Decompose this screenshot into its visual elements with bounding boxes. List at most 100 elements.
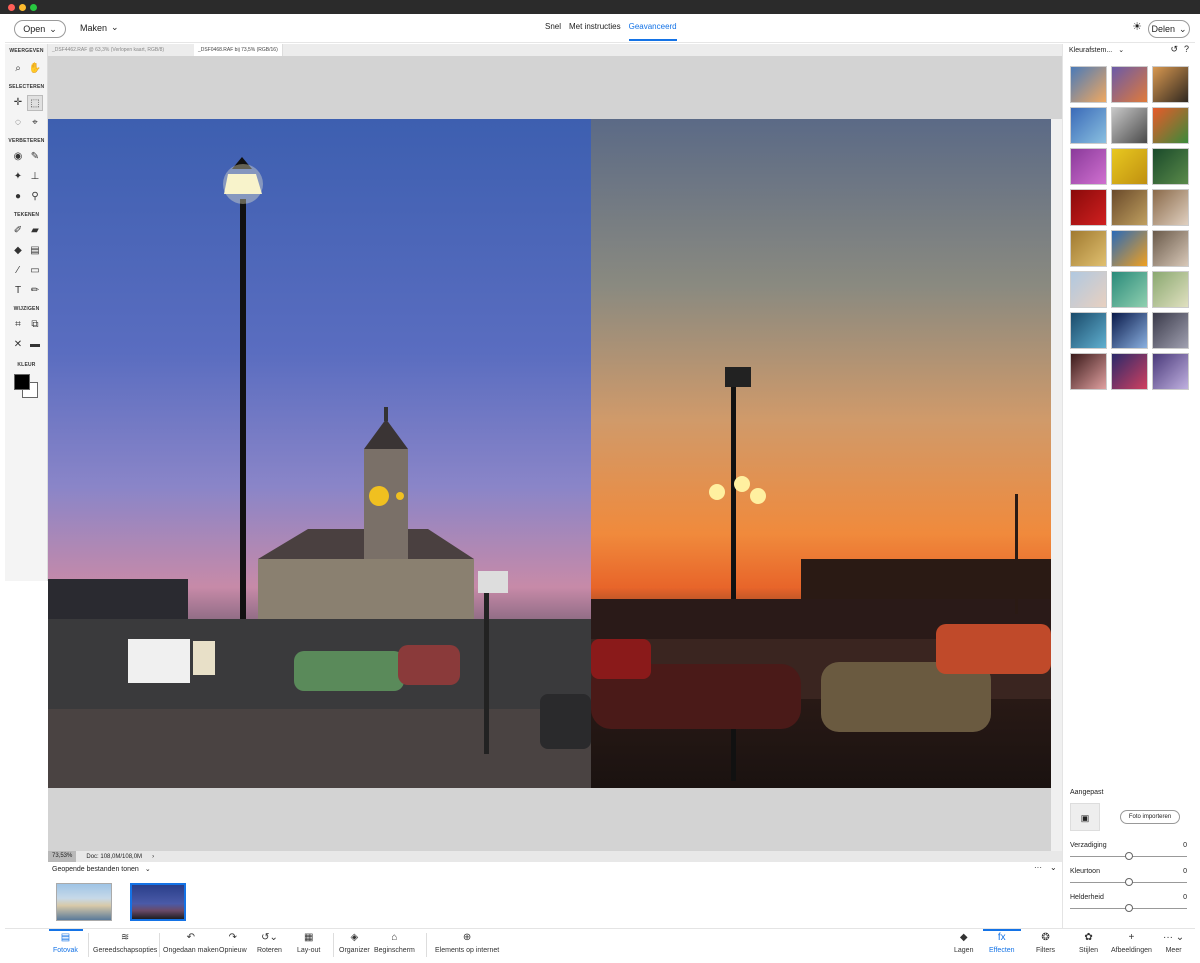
- effect-thumbnail[interactable]: [1111, 312, 1148, 349]
- tool-options-label: Gereedschapsopties: [93, 947, 158, 954]
- organizer-button[interactable]: ◈ Organizer: [339, 932, 370, 954]
- type-tool-icon[interactable]: T: [10, 283, 26, 299]
- rotate-button[interactable]: ↺⌄ Roteren: [257, 932, 282, 954]
- graphics-button[interactable]: + Afbeeldingen: [1111, 932, 1152, 954]
- help-icon[interactable]: ?: [1184, 44, 1189, 55]
- recompose-tool-icon[interactable]: ⧉: [27, 317, 43, 333]
- zoom-tool-icon[interactable]: ⌕: [10, 61, 26, 77]
- open-button[interactable]: Open ⌄: [14, 20, 66, 38]
- document-tab-active[interactable]: _DSF0468.RAF bij 73,5% (RGB/16): [194, 44, 283, 56]
- layout-button[interactable]: ▦ Lay-out: [297, 932, 320, 954]
- layout-icon: ▦: [303, 932, 314, 943]
- home-button[interactable]: ⌂ Beginscherm: [374, 932, 415, 954]
- effect-thumbnail[interactable]: [1070, 66, 1107, 103]
- crop-tool-icon[interactable]: ⌗: [10, 317, 26, 333]
- mode-guided[interactable]: Met instructies: [569, 22, 621, 41]
- effect-thumbnail[interactable]: [1070, 230, 1107, 267]
- layers-button[interactable]: ◆ Lagen: [954, 932, 973, 954]
- effect-thumbnail[interactable]: [1111, 271, 1148, 308]
- clone-stamp-icon[interactable]: ⊥: [27, 169, 43, 185]
- blur-tool-icon[interactable]: ●: [10, 189, 26, 205]
- gradient-tool-icon[interactable]: ▤: [27, 243, 43, 259]
- effect-thumbnail[interactable]: [1070, 148, 1107, 185]
- brightness-icon[interactable]: ☀: [1131, 21, 1143, 33]
- move-tool-icon[interactable]: ✛: [10, 95, 26, 111]
- effect-thumbnail[interactable]: [1070, 189, 1107, 226]
- smart-brush-icon[interactable]: ✦: [10, 169, 26, 185]
- mode-quick[interactable]: Snel: [545, 22, 561, 41]
- chevron-down-icon[interactable]: ⌄: [145, 865, 151, 873]
- document-tab[interactable]: _DSF4462.RAF @ 63,3% (Verlopen kaart, RG…: [48, 44, 168, 56]
- maken-button[interactable]: Maken ⌄: [80, 22, 119, 33]
- chevron-down-icon: ⌄: [111, 22, 119, 32]
- tool-options-button[interactable]: ≋ Gereedschapsopties: [93, 932, 157, 954]
- chevron-right-icon[interactable]: ›: [152, 854, 154, 860]
- close-window-button[interactable]: [8, 4, 15, 11]
- effect-thumbnail[interactable]: [1070, 312, 1107, 349]
- effect-thumbnail[interactable]: [1070, 271, 1107, 308]
- effect-thumbnail[interactable]: [1111, 189, 1148, 226]
- effect-thumbnail[interactable]: [1152, 230, 1189, 267]
- zoom-level[interactable]: 73,53%: [48, 851, 77, 862]
- slider-knob[interactable]: [1124, 904, 1133, 912]
- panel-title[interactable]: Kleurafstem...: [1069, 47, 1112, 54]
- eraser-tool-icon[interactable]: ▰: [27, 223, 43, 239]
- import-photo-button[interactable]: Foto importeren: [1120, 810, 1180, 824]
- effect-thumbnail[interactable]: [1152, 353, 1189, 390]
- more-icon[interactable]: ···: [1034, 863, 1042, 872]
- slider-knob[interactable]: [1124, 878, 1133, 886]
- effect-thumbnail[interactable]: [1111, 107, 1148, 144]
- effect-thumbnail[interactable]: [1111, 353, 1148, 390]
- effect-thumbnail[interactable]: [1152, 271, 1189, 308]
- effect-thumbnail[interactable]: [1152, 189, 1189, 226]
- custom-image-icon[interactable]: ▣: [1070, 803, 1100, 831]
- organizer-icon: ◈: [350, 932, 359, 943]
- minimize-window-button[interactable]: [19, 4, 26, 11]
- effect-thumbnail[interactable]: [1152, 148, 1189, 185]
- lasso-tool-icon[interactable]: ◌: [10, 115, 26, 131]
- zoom-window-button[interactable]: [30, 4, 37, 11]
- photo-bin-thumbnail[interactable]: [56, 883, 112, 921]
- photo-bin-button[interactable]: ▤ Fotovak: [53, 932, 78, 954]
- effect-thumbnail[interactable]: [1152, 107, 1189, 144]
- healing-brush-icon[interactable]: ✎: [27, 149, 43, 165]
- paint-bucket-icon[interactable]: ◆: [10, 243, 26, 259]
- effect-thumbnail[interactable]: [1111, 66, 1148, 103]
- mode-expert[interactable]: Geavanceerd: [628, 22, 677, 41]
- photo-bin-filter[interactable]: Geopende bestanden tonen: [52, 866, 139, 873]
- undo-button[interactable]: ↶ Ongedaan maken: [163, 932, 219, 954]
- photo-bin-thumbnail-selected[interactable]: [130, 883, 186, 921]
- effect-thumbnail[interactable]: [1070, 107, 1107, 144]
- effect-thumbnail[interactable]: [1152, 312, 1189, 349]
- effect-thumbnail[interactable]: [1111, 230, 1148, 267]
- sponge-tool-icon[interactable]: ⚲: [27, 189, 43, 205]
- effect-thumbnail[interactable]: [1152, 66, 1189, 103]
- eyedropper-icon[interactable]: ⁄: [10, 263, 26, 279]
- styles-button[interactable]: ✿ Stijlen: [1079, 932, 1098, 954]
- brush-tool-icon[interactable]: ✐: [10, 223, 26, 239]
- filters-button[interactable]: ❂ Filters: [1036, 932, 1055, 954]
- vertical-scrollbar[interactable]: [1051, 119, 1062, 851]
- red-eye-tool-icon[interactable]: ◉: [10, 149, 26, 165]
- hand-tool-icon[interactable]: ✋: [27, 61, 43, 77]
- pencil-tool-icon[interactable]: ✏: [27, 283, 43, 299]
- elements-web-button[interactable]: ⊕ Elements op internet: [435, 932, 499, 954]
- chevron-down-icon[interactable]: ⌄: [1050, 863, 1057, 872]
- effect-thumbnail[interactable]: [1111, 148, 1148, 185]
- chevron-down-icon: ⌄: [49, 23, 57, 34]
- marquee-tool-icon[interactable]: ⬚: [27, 95, 43, 111]
- quick-select-tool-icon[interactable]: ⌖: [27, 115, 43, 131]
- slider-knob[interactable]: [1124, 852, 1133, 860]
- photo-canvas[interactable]: [48, 119, 1051, 788]
- content-aware-move-icon[interactable]: ✕: [10, 337, 26, 353]
- redo-button[interactable]: ↷ Opnieuw: [219, 932, 247, 954]
- effects-button[interactable]: fx Effecten: [989, 932, 1015, 954]
- more-button[interactable]: ··· ⌄ Meer: [1163, 932, 1184, 954]
- foreground-color-swatch[interactable]: [14, 374, 30, 390]
- shape-tool-icon[interactable]: ▭: [27, 263, 43, 279]
- effect-thumbnail[interactable]: [1070, 353, 1107, 390]
- straighten-tool-icon[interactable]: ▬: [27, 337, 43, 353]
- reset-icon[interactable]: ↺: [1170, 44, 1178, 55]
- share-button[interactable]: Delen ⌄: [1148, 20, 1190, 38]
- chevron-down-icon[interactable]: ⌄: [1118, 46, 1124, 54]
